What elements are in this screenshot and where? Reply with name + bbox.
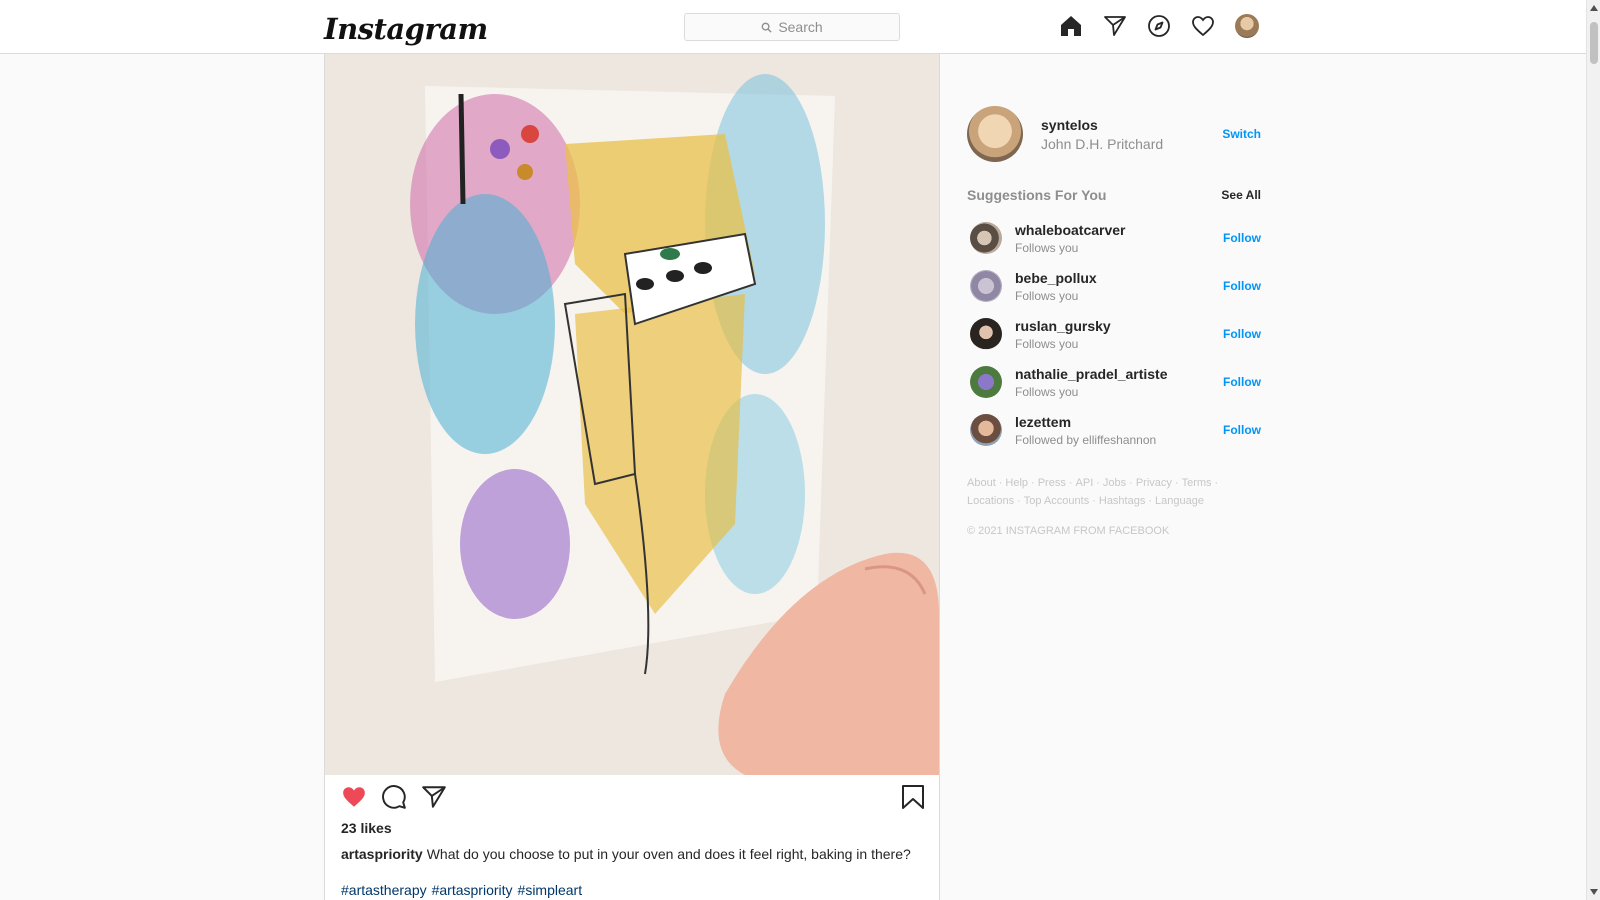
comment-icon[interactable] (381, 784, 407, 815)
likes-count[interactable]: 23 likes (341, 820, 392, 836)
footer-link-terms[interactable]: Terms (1182, 477, 1212, 489)
suggestion-item: ruslan_gursky Follows you Follow (967, 310, 1261, 358)
search-placeholder: Search (778, 19, 823, 35)
direct-icon[interactable] (1102, 13, 1128, 39)
suggestion-subtext: Follows you (1015, 288, 1079, 303)
post-caption: artaspriority What do you choose to put i… (341, 846, 931, 862)
suggestion-subtext: Follows you (1015, 336, 1079, 351)
nav-icons (1058, 13, 1260, 39)
instagram-logo[interactable]: Instagram (324, 12, 488, 46)
footer-link-privacy[interactable]: Privacy (1136, 477, 1172, 489)
suggestion-info: ruslan_gursky Follows you (1015, 318, 1223, 351)
footer-link-locations[interactable]: Locations (967, 495, 1014, 507)
suggestion-info: lezettem Followed by elliffeshannon (1015, 414, 1223, 447)
current-user: syntelos John D.H. Pritchard Switch (967, 106, 1261, 162)
avatar[interactable] (967, 106, 1023, 162)
current-user-info: syntelos John D.H. Pritchard (1041, 117, 1222, 152)
caption-username[interactable]: artaspriority (341, 846, 423, 862)
hashtag-link[interactable]: #artastherapy (341, 882, 427, 898)
follow-button[interactable]: Follow (1223, 231, 1261, 245)
footer-link-top-accounts[interactable]: Top Accounts (1024, 495, 1089, 507)
post-actions (341, 784, 447, 815)
suggestions-title: Suggestions For You (967, 187, 1107, 203)
avatar[interactable] (970, 318, 1002, 350)
footer-link-help[interactable]: Help (1005, 477, 1028, 489)
scroll-up-arrow[interactable] (1590, 5, 1598, 11)
footer-link-api[interactable]: API (1076, 477, 1094, 489)
suggestion-username[interactable]: whaleboatcarver (1015, 222, 1223, 238)
top-nav: Instagram Search (0, 0, 1586, 54)
switch-account-button[interactable]: Switch (1222, 127, 1261, 141)
follow-button[interactable]: Follow (1223, 327, 1261, 341)
avatar[interactable] (970, 222, 1002, 254)
share-icon[interactable] (421, 784, 447, 815)
suggestions-list: whaleboatcarver Follows you Follow bebe_… (967, 214, 1261, 454)
see-all-button[interactable]: See All (1221, 188, 1261, 202)
follow-button[interactable]: Follow (1223, 423, 1261, 437)
caption-text: What do you choose to put in your oven a… (426, 846, 911, 862)
suggestion-item: lezettem Followed by elliffeshannon Foll… (967, 406, 1261, 454)
profile-avatar[interactable] (1234, 13, 1260, 39)
post-artwork (325, 54, 939, 775)
footer-links: About · Help · Press · API · Jobs · Privacy · Terms ·… (967, 477, 1219, 507)
suggestion-subtext: Follows you (1015, 384, 1079, 399)
feed-post: 23 likes artaspriority What do you choose… (324, 54, 940, 900)
explore-icon[interactable] (1146, 13, 1172, 39)
footer-link-about[interactable]: About (967, 477, 996, 489)
suggestions-header: Suggestions For You See All (967, 186, 1261, 204)
hashtag-link[interactable]: #artaspriority (432, 882, 513, 898)
post-image[interactable] (325, 54, 939, 775)
suggestion-username[interactable]: lezettem (1015, 414, 1223, 430)
page-scrollbar[interactable] (1586, 0, 1600, 900)
avatar (1235, 14, 1259, 38)
footer-link-language[interactable]: Language (1155, 495, 1204, 507)
suggestion-username[interactable]: nathalie_pradel_artiste (1015, 366, 1223, 382)
avatar[interactable] (970, 366, 1002, 398)
home-icon[interactable] (1058, 13, 1084, 39)
save-icon[interactable] (901, 784, 925, 815)
suggestion-item: nathalie_pradel_artiste Follows you Foll… (967, 358, 1261, 406)
suggestion-username[interactable]: ruslan_gursky (1015, 318, 1223, 334)
avatar[interactable] (970, 270, 1002, 302)
hashtag-link[interactable]: #simpleart (518, 882, 583, 898)
follow-button[interactable]: Follow (1223, 279, 1261, 293)
sidebar: syntelos John D.H. Pritchard Switch Sugg… (967, 106, 1261, 537)
scroll-thumb[interactable] (1590, 22, 1598, 64)
avatar[interactable] (970, 414, 1002, 446)
suggestion-subtext: Follows you (1015, 240, 1079, 255)
current-username[interactable]: syntelos (1041, 117, 1222, 133)
suggestion-subtext: Followed by elliffeshannon (1015, 432, 1157, 447)
footer-link-press[interactable]: Press (1038, 477, 1066, 489)
suggestion-info: bebe_pollux Follows you (1015, 270, 1223, 303)
search-icon (761, 22, 772, 33)
search-input[interactable]: Search (684, 13, 900, 41)
activity-heart-icon[interactable] (1190, 13, 1216, 39)
hashtags: #artastherapy #artaspriority #simpleart (341, 882, 582, 898)
footer-link-hashtags[interactable]: Hashtags (1099, 495, 1145, 507)
suggestion-info: nathalie_pradel_artiste Follows you (1015, 366, 1223, 399)
suggestion-username[interactable]: bebe_pollux (1015, 270, 1223, 286)
suggestion-info: whaleboatcarver Follows you (1015, 222, 1223, 255)
scroll-down-arrow[interactable] (1590, 889, 1598, 895)
footer-link-jobs[interactable]: Jobs (1103, 477, 1126, 489)
like-icon[interactable] (341, 784, 367, 815)
copyright: © 2021 INSTAGRAM FROM FACEBOOK (967, 525, 1170, 537)
suggestion-item: bebe_pollux Follows you Follow (967, 262, 1261, 310)
follow-button[interactable]: Follow (1223, 375, 1261, 389)
current-full-name: John D.H. Pritchard (1041, 135, 1164, 152)
suggestion-item: whaleboatcarver Follows you Follow (967, 214, 1261, 262)
